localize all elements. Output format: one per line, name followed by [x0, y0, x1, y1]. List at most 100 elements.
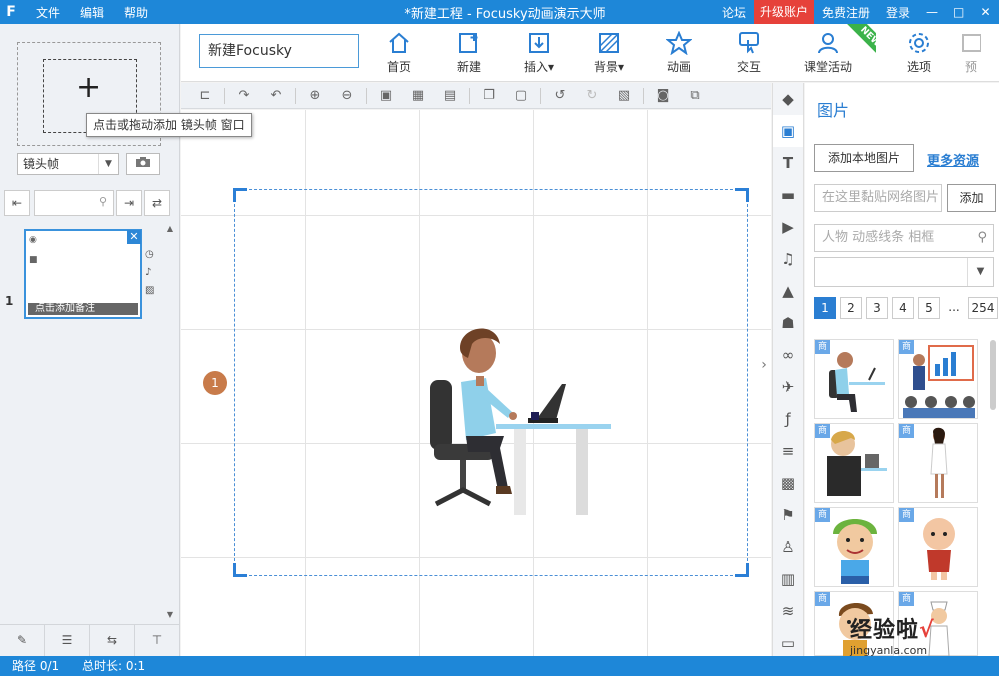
gallery-icon[interactable]: ▩	[773, 467, 803, 499]
page-1[interactable]: 1	[814, 297, 836, 319]
slide-thumbnail[interactable]: ✕ ◉ ■ 点击添加备注	[24, 229, 142, 319]
copy-icon[interactable]: ❐	[473, 88, 505, 103]
link-icon[interactable]: ∞	[773, 339, 803, 371]
image-search-input[interactable]: 人物 动感线条 相框 ⚲	[814, 224, 994, 252]
options-button[interactable]: 选项	[889, 28, 949, 78]
airplane-icon[interactable]: ✈	[773, 371, 803, 403]
preview-button[interactable]: 预	[951, 28, 991, 78]
interaction-button[interactable]: 交互	[719, 28, 779, 78]
mic-icon[interactable]: ♪	[145, 264, 157, 282]
page-last[interactable]: 254	[968, 297, 998, 319]
layers-stack-icon[interactable]: ≡	[773, 435, 803, 467]
zoom-in-icon[interactable]: ⊕	[299, 88, 331, 103]
page-5[interactable]: 5	[918, 297, 940, 319]
rotate-left-icon[interactable]: ↶	[260, 88, 292, 103]
camera-button[interactable]	[126, 153, 160, 175]
project-name-input[interactable]: 新建Focusky	[199, 34, 359, 68]
grid-icon[interactable]: ▦	[402, 88, 434, 103]
menu-file[interactable]: 文件	[26, 4, 70, 21]
animation-button[interactable]: 动画	[649, 28, 709, 78]
upgrade-account-button[interactable]: 升级账户	[753, 0, 814, 24]
result-cartoon-boy[interactable]: 商	[814, 507, 894, 587]
window-title: *新建工程 - Focusky动画演示大师	[404, 6, 606, 22]
swap-icon[interactable]: ⇆	[90, 625, 135, 656]
shape-icon[interactable]: ◆	[773, 83, 803, 115]
lock-icon[interactable]: ▣	[370, 88, 402, 103]
maximize-button[interactable]: □	[945, 5, 972, 19]
new-button[interactable]: 新建	[439, 28, 499, 78]
timer-icon[interactable]: ◷	[145, 246, 157, 264]
last-frame-button[interactable]: ⇥	[116, 190, 142, 216]
screenshot-icon[interactable]: ◙	[647, 88, 679, 103]
search-icon[interactable]: ⚲	[977, 225, 987, 251]
add-url-button[interactable]: 添加	[947, 184, 996, 212]
flag-icon[interactable]: ⚑	[773, 499, 803, 531]
register-link[interactable]: 免费注册	[814, 4, 878, 21]
close-icon[interactable]: ✕	[127, 230, 141, 244]
flash-icon[interactable]: ƒ	[773, 403, 803, 435]
background-button[interactable]: 背景▾	[579, 28, 639, 78]
login-link[interactable]: 登录	[878, 4, 918, 21]
right-scrollbar[interactable]	[989, 340, 997, 656]
frame-type-select[interactable]: 镜头帧 ▼	[17, 153, 119, 175]
scroll-down-icon[interactable]: ▼	[163, 610, 177, 624]
menu-edit[interactable]: 编辑	[70, 4, 114, 21]
video-icon[interactable]: ▶	[773, 211, 803, 243]
frame-search-box[interactable]: ⚲	[34, 190, 114, 216]
result-man-at-desk[interactable]: 商	[814, 339, 894, 419]
more-resources-link[interactable]: 更多资源	[927, 150, 979, 169]
collapse-panel-chevron-icon[interactable]: ›	[757, 320, 771, 410]
menu-help[interactable]: 帮助	[114, 4, 158, 21]
picture-icon[interactable]: ▣	[773, 115, 803, 147]
result-woman[interactable]: 商	[898, 423, 978, 503]
rotate-right-icon[interactable]: ↷	[228, 88, 260, 103]
left-scrollbar[interactable]: ▲ ▼	[163, 224, 177, 644]
undo-icon[interactable]: ↺	[544, 88, 576, 103]
forum-link[interactable]: 论坛	[714, 4, 754, 21]
close-button[interactable]: ✕	[972, 5, 999, 19]
redo-icon[interactable]: ↻	[576, 88, 608, 103]
people-icon[interactable]: ☗	[773, 307, 803, 339]
top-icon[interactable]: ⊤	[135, 625, 180, 656]
edit-icon[interactable]: ✎	[0, 625, 45, 656]
insert-button[interactable]: 插入▾	[509, 28, 569, 78]
music-icon[interactable]: ♫	[773, 243, 803, 275]
result-presentation[interactable]: 商	[898, 339, 978, 419]
layers-icon[interactable]: ≋	[773, 595, 803, 627]
tshirt-icon[interactable]: ♙	[773, 531, 803, 563]
first-frame-button[interactable]: ⇤	[4, 190, 30, 216]
editing-canvas[interactable]: 1	[181, 110, 771, 656]
page-4[interactable]: 4	[892, 297, 914, 319]
result-phone-call[interactable]: 商	[814, 423, 894, 503]
list-icon[interactable]: ☰	[45, 625, 90, 656]
reorder-button[interactable]: ⇄	[144, 190, 170, 216]
eye-icon[interactable]: ◉	[29, 235, 41, 245]
text-icon[interactable]: T	[773, 147, 803, 179]
grid-settings-icon[interactable]: ▤	[434, 88, 466, 103]
history-icon[interactable]: ▧	[608, 88, 640, 103]
scroll-up-icon[interactable]: ▲	[163, 224, 177, 238]
paste-icon[interactable]: ▢	[505, 88, 537, 103]
minimize-button[interactable]: —	[918, 5, 945, 19]
add-note-label[interactable]: 点击添加备注	[28, 303, 138, 315]
align-icon[interactable]: ⊏	[189, 88, 221, 103]
category-dropdown[interactable]: ▼	[814, 257, 994, 287]
speech-bubble-icon[interactable]: ▬	[773, 179, 803, 211]
page-3[interactable]: 3	[866, 297, 888, 319]
office-man-illustration[interactable]	[416, 318, 616, 518]
frame-number-badge[interactable]: 1	[203, 371, 227, 395]
chevron-down-icon: ▼	[967, 258, 993, 286]
camera-icon[interactable]: ■	[29, 255, 41, 265]
image-icon[interactable]: ▨	[145, 282, 157, 300]
home-button[interactable]: 首页	[369, 28, 429, 78]
zoom-out-icon[interactable]: ⊖	[331, 88, 363, 103]
background-icon	[599, 33, 619, 53]
inbox-icon[interactable]: ▭	[773, 627, 803, 659]
add-local-image-button[interactable]: 添加本地图片	[814, 144, 914, 172]
paste-url-input[interactable]: 在这里黏贴网络图片	[814, 184, 942, 212]
result-baby[interactable]: 商	[898, 507, 978, 587]
chart-icon[interactable]: ▲	[773, 275, 803, 307]
window-icon[interactable]: ⧉	[679, 88, 711, 103]
page-2[interactable]: 2	[840, 297, 862, 319]
layout-icon[interactable]: ▥	[773, 563, 803, 595]
